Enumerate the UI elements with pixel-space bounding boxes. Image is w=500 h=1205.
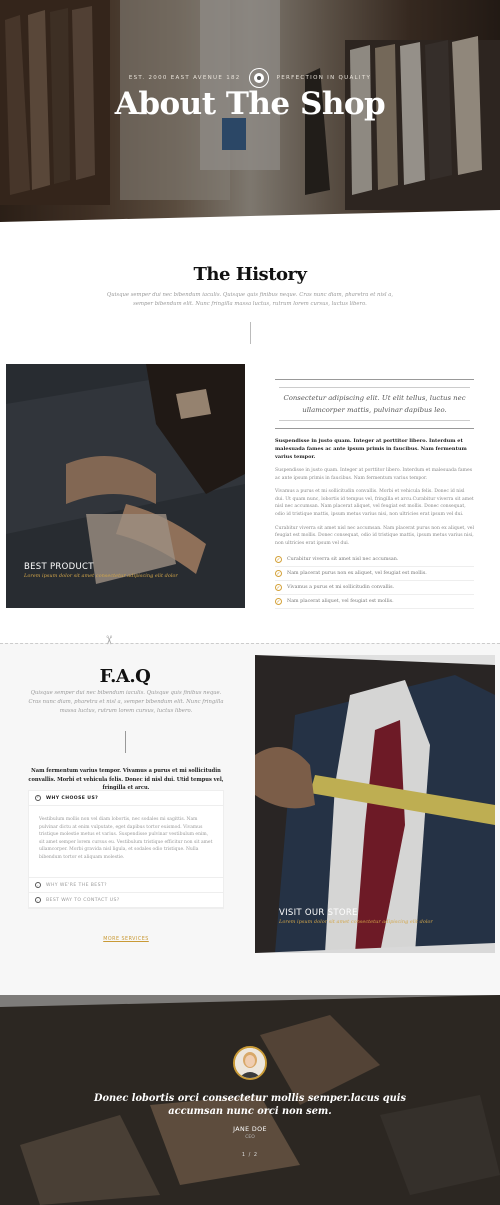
faq-item-contact[interactable]: › BEST WAY TO CONTACT US? bbox=[29, 893, 223, 908]
faq-item-why-best[interactable]: › WHY WE'RE THE BEST? bbox=[29, 878, 223, 893]
history-paragraph: Curabitur viverra sit amet nisl nec accu… bbox=[275, 525, 474, 546]
person-photo-icon bbox=[235, 1048, 265, 1078]
faq-subtitle: Quisque semper dui nec bibendum iaculis.… bbox=[28, 690, 224, 714]
list-item-label: Nam placerat aliquet, vel feugiat est mo… bbox=[287, 599, 394, 605]
faq-item-why-choose-us[interactable]: ˅ WHY CHOOSE US? bbox=[29, 791, 223, 806]
caption-title: BEST PRODUCT bbox=[24, 562, 94, 572]
check-circle-icon: ✓ bbox=[275, 584, 282, 592]
history-photo: BEST PRODUCT Lorem ipsum dolor sit amet … bbox=[6, 364, 245, 608]
caption-subtitle: Lorem ipsum dolor sit amet consectetur a… bbox=[24, 573, 178, 579]
chevron-right-icon: › bbox=[35, 882, 41, 888]
dashed-divider bbox=[0, 643, 500, 644]
history-subtitle: Quisque semper dui nec bibendum iaculis.… bbox=[106, 292, 394, 307]
hero-meta: EST. 2000 EAST AVENUE 182 PERFECTION IN … bbox=[0, 68, 500, 88]
history-content: Consectetur adipiscing elit. Ut elit tel… bbox=[275, 379, 474, 610]
faq-accordion: ˅ WHY CHOOSE US? Vestibulum mollis non v… bbox=[28, 790, 224, 909]
faq-item-body: Vestibulum mollis non vel diam lobortis,… bbox=[29, 806, 223, 878]
caption-subtitle: Lorem ipsum dolor sit amet consectetur a… bbox=[279, 919, 433, 925]
list-item-label: Vivamus a purus et mi sollicitudin conva… bbox=[287, 585, 395, 591]
list-item: ✓ Nam placerat aliquet, vel feugiat est … bbox=[275, 595, 474, 610]
history-quote: Consectetur adipiscing elit. Ut elit tel… bbox=[275, 379, 474, 429]
faq-item-label: BEST WAY TO CONTACT US? bbox=[46, 897, 120, 903]
history-title: The History bbox=[193, 264, 307, 285]
avatar bbox=[233, 1046, 267, 1080]
check-circle-icon: ✓ bbox=[275, 556, 282, 564]
faq-lead: Nam fermentum varius tempor. Vivamus a p… bbox=[28, 768, 224, 791]
list-item: ✓ Nam placerat purus non ex aliquet, vel… bbox=[275, 567, 474, 582]
hero-banner: EST. 2000 EAST AVENUE 182 PERFECTION IN … bbox=[0, 0, 500, 230]
testimonial-name: JANE DOE bbox=[233, 1126, 267, 1133]
faq-photo: VISIT OUR STORE Lorem ipsum dolor sit am… bbox=[255, 655, 495, 953]
check-circle-icon: ✓ bbox=[275, 598, 282, 606]
history-paragraph: Vivamus a purus et mi sollicitudin conva… bbox=[275, 489, 474, 517]
testimonial-role: CEO bbox=[245, 1135, 255, 1140]
faq-item-label: WHY WE'RE THE BEST? bbox=[46, 882, 107, 888]
hero-meta-left: EST. 2000 EAST AVENUE 182 bbox=[128, 75, 241, 81]
faq-item-label: WHY CHOOSE US? bbox=[46, 795, 99, 801]
list-item: ✓ Curabitur viverra sit amet nisl nec ac… bbox=[275, 553, 474, 568]
more-services-link[interactable]: MORE SERVICES bbox=[28, 937, 224, 942]
hero-title: About The Shop bbox=[114, 86, 386, 122]
testimonial-quote: Donec lobortis orci consectetur mollis s… bbox=[93, 1093, 406, 1117]
scissors-icon: ✂ bbox=[102, 634, 117, 646]
list-item-label: Nam placerat purus non ex aliquet, vel f… bbox=[287, 571, 427, 577]
list-item-label: Curabitur viverra sit amet nisl nec accu… bbox=[287, 557, 399, 563]
history-paragraph: Suspendisse in justo quam. Integer at po… bbox=[275, 468, 473, 481]
history-bold-paragraph: Suspendisse in justo quam. Integer at po… bbox=[275, 438, 467, 460]
hero-meta-right: PERFECTION IN QUALITY bbox=[276, 75, 372, 81]
caption-title: VISIT OUR STORE bbox=[279, 908, 358, 918]
chevron-right-icon: › bbox=[35, 897, 41, 903]
faq-photo-caption: VISIT OUR STORE Lorem ipsum dolor sit am… bbox=[279, 908, 433, 925]
check-circle-icon: ✓ bbox=[275, 570, 282, 578]
divider-line bbox=[250, 322, 251, 344]
button-logo-icon bbox=[248, 68, 269, 88]
history-photo-caption: BEST PRODUCT Lorem ipsum dolor sit amet … bbox=[24, 562, 178, 579]
faq-title: F.A.Q bbox=[99, 666, 151, 687]
list-item: ✓ Vivamus a purus et mi sollicitudin con… bbox=[275, 581, 474, 596]
divider-line bbox=[125, 731, 126, 753]
chevron-down-icon: ˅ bbox=[35, 795, 41, 801]
history-check-list: ✓ Curabitur viverra sit amet nisl nec ac… bbox=[275, 553, 474, 610]
testimonial-pager[interactable]: 1 / 2 bbox=[0, 1152, 500, 1158]
